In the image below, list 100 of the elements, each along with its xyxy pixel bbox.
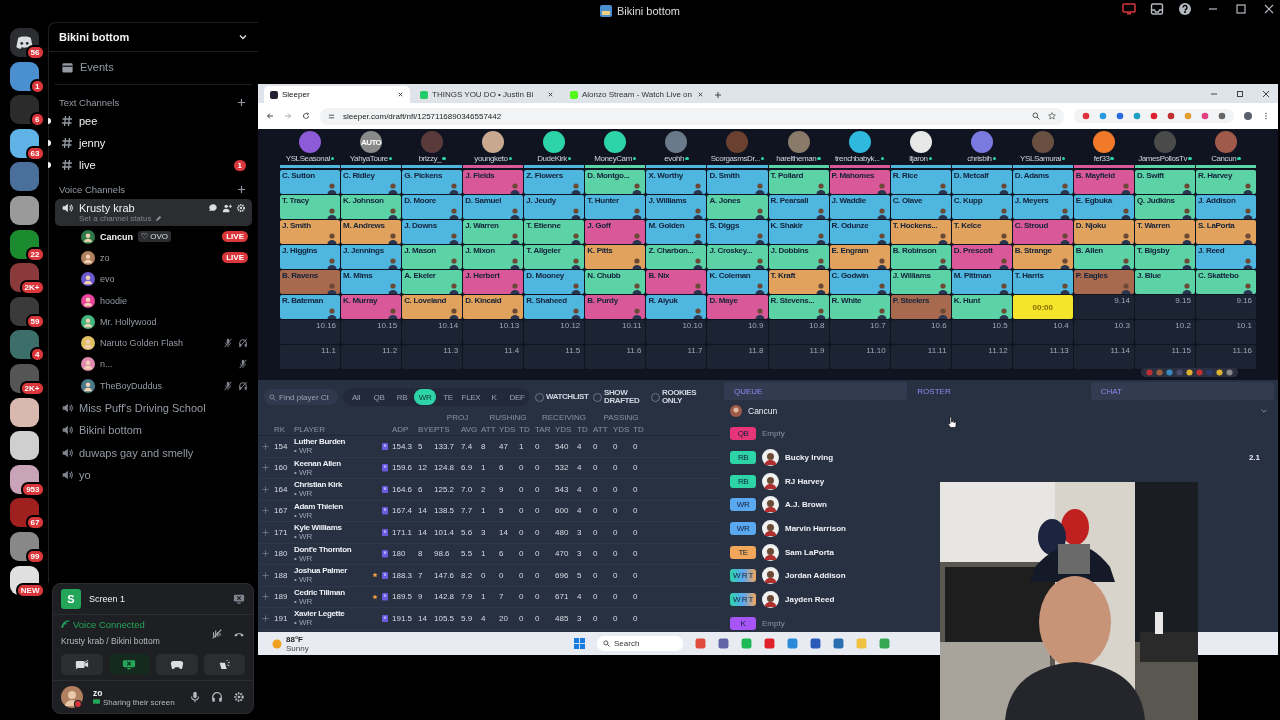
pick-card[interactable]: T. Kelce [951, 220, 1012, 244]
position-tab[interactable]: FLEX [460, 389, 482, 405]
pick-card[interactable]: N. Chubb [585, 270, 646, 294]
member-name[interactable]: TheBoyDuddus [100, 380, 163, 391]
pick-card[interactable]: B. Strange [1012, 245, 1073, 269]
extension-icon[interactable] [1082, 112, 1090, 120]
pick-card[interactable]: G. Pickens [402, 170, 463, 194]
pick-card[interactable]: J. Jennings [341, 245, 402, 269]
maximize-icon[interactable] [1234, 2, 1248, 16]
player-name[interactable]: Keenan Allen [294, 458, 370, 468]
text-channel[interactable]: jenny [55, 132, 252, 154]
pick-card[interactable]: B. Purdy [585, 295, 646, 319]
panel-tab[interactable]: CHAT [1090, 382, 1274, 400]
pick-card[interactable]: T. Pollard [768, 170, 829, 194]
slot-player[interactable]: A.J. Brown [785, 500, 827, 510]
screen-share-button[interactable] [108, 654, 150, 675]
pick-card[interactable]: A. Jones [707, 195, 768, 219]
add-player-icon[interactable] [262, 507, 269, 515]
category-heading[interactable]: Text Channels [59, 97, 120, 108]
address-bar[interactable]: sleeper.com/draft/nfl/1257116890346557442 [320, 107, 1064, 125]
add-player-icon[interactable] [262, 571, 269, 579]
extension-icon[interactable] [1218, 112, 1226, 120]
events-item[interactable]: Events [55, 56, 252, 85]
pick-card[interactable]: J. Waddle [829, 195, 890, 219]
camera-button[interactable] [61, 654, 103, 675]
member-avatar[interactable] [81, 250, 95, 265]
pick-card[interactable]: K. Coleman [707, 270, 768, 294]
member-avatar[interactable] [81, 229, 95, 244]
invite-icon[interactable] [222, 203, 232, 213]
text-channel[interactable]: live 1 [55, 154, 252, 176]
position-tab[interactable]: WR [414, 389, 436, 405]
pick-card[interactable]: C. Skattebo [1195, 270, 1256, 294]
pick-card[interactable]: D. Moore [402, 195, 463, 219]
pick-card[interactable]: M. Golden [646, 220, 707, 244]
position-tab[interactable]: QB [368, 389, 390, 405]
member-avatar[interactable] [81, 293, 95, 308]
pick-card[interactable]: Z. Charbon... [646, 245, 707, 269]
taskbar-app-icon[interactable] [810, 638, 821, 649]
voice-location[interactable]: Krusty krab / Bikini bottom [61, 636, 160, 646]
member-name[interactable]: zo [100, 252, 110, 263]
pick-card[interactable]: C. Stroud [1012, 220, 1073, 244]
add-player-icon[interactable] [262, 614, 269, 622]
pick-card[interactable]: B. Ravens [280, 270, 341, 294]
server-icon[interactable] [9, 498, 39, 528]
pick-card[interactable]: B. Allen [1073, 245, 1134, 269]
player-search-field[interactable]: Find player Ct [264, 389, 338, 405]
player-name[interactable]: Kyle Williams [294, 523, 370, 533]
slot-player[interactable]: RJ Harvey [785, 476, 825, 486]
pick-card[interactable]: P. Eagles [1073, 270, 1134, 294]
pick-card[interactable]: D. Prescott [951, 245, 1012, 269]
pick-card[interactable]: J. Williams [890, 270, 951, 294]
position-tab[interactable]: RB [391, 389, 413, 405]
extension-icon[interactable] [1150, 112, 1158, 120]
position-tab[interactable]: K [483, 389, 505, 405]
reaction-bar[interactable] [1141, 368, 1238, 377]
pick-card[interactable]: P. Mahomes [829, 170, 890, 194]
pick-card[interactable]: J. Blue [1134, 270, 1195, 294]
member-name[interactable]: Mr. Hollywood [100, 316, 157, 327]
pick-card[interactable]: B. Mayfield [1073, 170, 1134, 194]
member-avatar[interactable] [81, 336, 95, 351]
voice-channel[interactable]: Bikini bottom [55, 418, 252, 442]
channel-status[interactable]: Set a channel status [79, 214, 152, 223]
pick-card[interactable]: J. Herbert [463, 270, 524, 294]
player-name[interactable]: Cedric Tillman [294, 587, 370, 597]
add-player-icon[interactable] [262, 485, 269, 493]
pick-card[interactable]: T. Allgeier [524, 245, 585, 269]
server-icon[interactable] [9, 195, 39, 225]
pick-card[interactable]: D. Adams [1012, 170, 1073, 194]
add-player-icon[interactable] [262, 528, 269, 536]
profile-avatar-icon[interactable] [1244, 112, 1252, 120]
taskbar-app-icon[interactable] [833, 638, 844, 649]
back-icon[interactable] [266, 112, 274, 120]
pick-card[interactable]: R. Harvey [1195, 170, 1256, 194]
pick-card[interactable]: E. Engram [829, 245, 890, 269]
slot-player[interactable]: Jordan Addison [785, 571, 846, 581]
pick-card[interactable]: J. Mason [402, 245, 463, 269]
pick-card[interactable]: J. Addison [1195, 195, 1256, 219]
pick-card[interactable]: D. Smith [707, 170, 768, 194]
pick-card[interactable]: C. Ridley [341, 170, 402, 194]
tab-close-icon[interactable] [697, 91, 704, 98]
player-name[interactable]: Luther Burden [294, 437, 370, 447]
member-avatar[interactable] [81, 378, 95, 393]
inbox-icon[interactable] [1150, 2, 1164, 16]
voice-channel[interactable]: yo [55, 463, 252, 487]
voice-channel[interactable]: Miss Puff's Driving School [55, 396, 252, 419]
reload-icon[interactable] [302, 112, 310, 120]
player-name[interactable]: Adam Thielen [294, 501, 370, 511]
close-icon[interactable] [1262, 90, 1270, 98]
settings-icon[interactable] [236, 203, 246, 213]
pick-card[interactable]: C. Godwin [829, 270, 890, 294]
pick-card[interactable]: R. Stevens... [768, 295, 829, 319]
pick-card[interactable]: T. Tracy [280, 195, 341, 219]
browser-tab[interactable]: Alonzo Stream - Watch Live on [564, 86, 710, 103]
slot-player[interactable]: Empty [762, 618, 785, 628]
panel-tab[interactable]: ROSTER [907, 382, 1091, 400]
extension-icon[interactable] [1116, 112, 1124, 120]
category-heading[interactable]: Voice Channels [59, 184, 126, 195]
add-player-icon[interactable] [262, 593, 269, 601]
site-settings-icon[interactable] [328, 112, 335, 120]
pick-card[interactable]: J. Warren [463, 220, 524, 244]
